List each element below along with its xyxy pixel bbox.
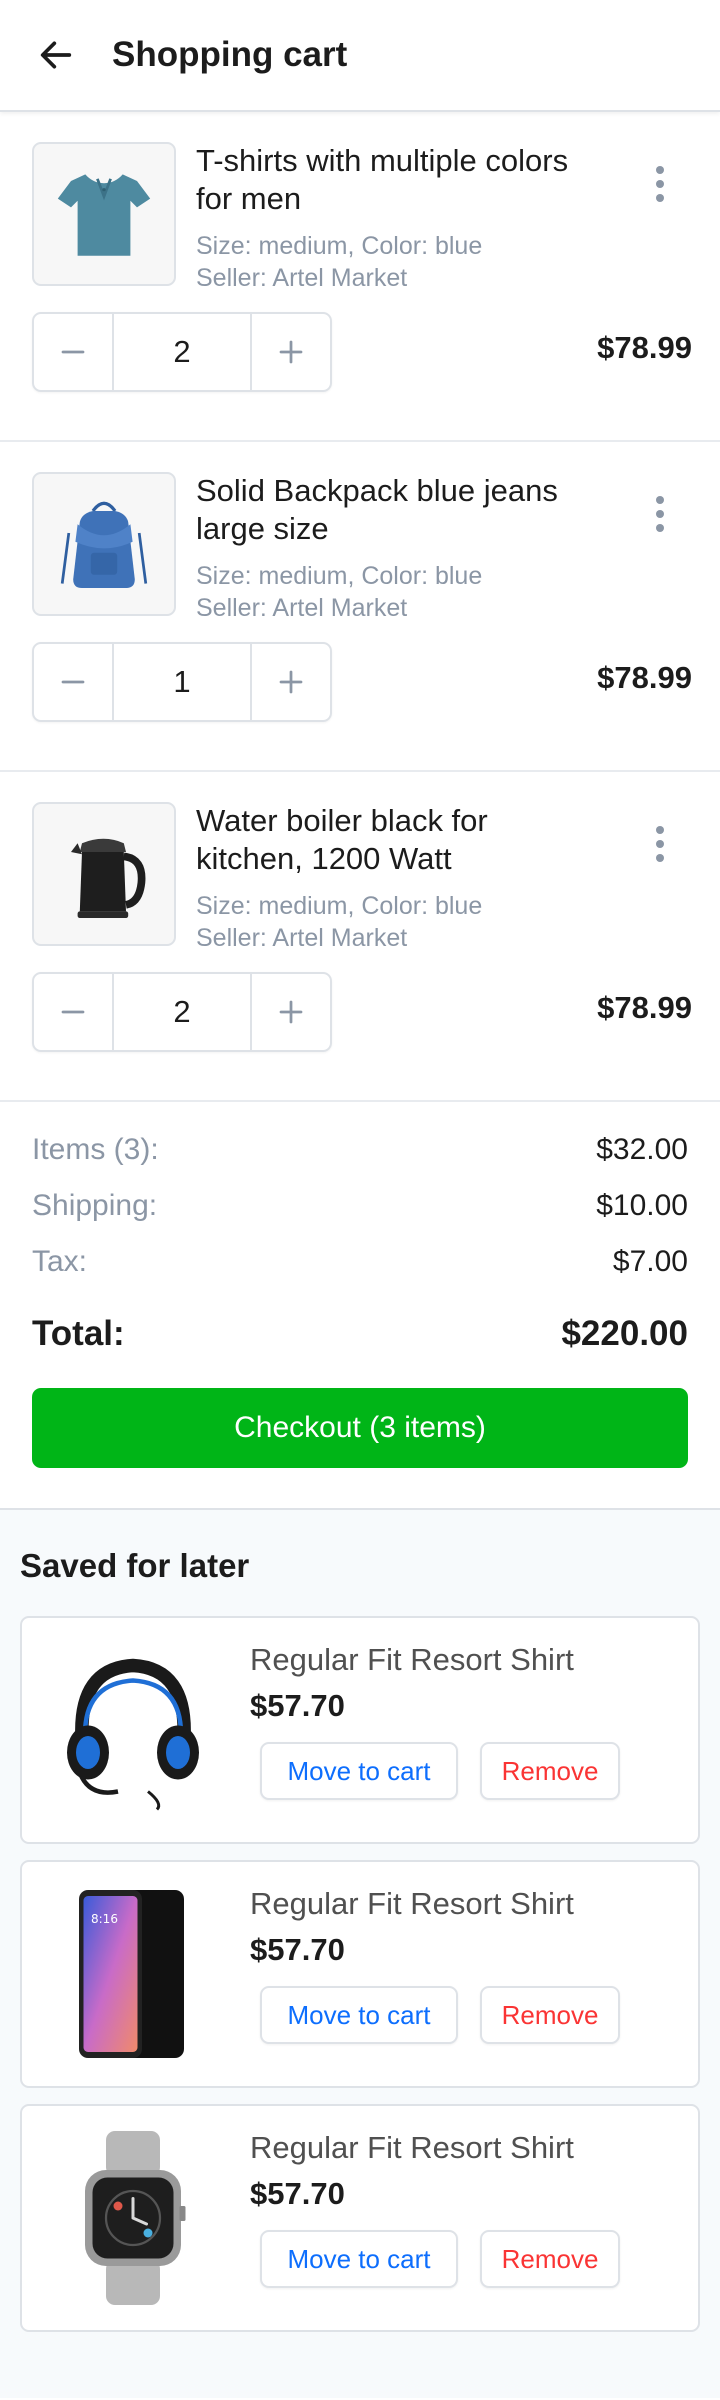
saved-item-actions: Move to cart Remove	[260, 2230, 620, 2288]
quantity-value[interactable]: 1	[112, 644, 252, 720]
more-menu-button[interactable]	[640, 154, 680, 214]
increase-button[interactable]	[252, 974, 330, 1050]
decrease-button[interactable]	[34, 314, 112, 390]
move-to-cart-button[interactable]: Move to cart	[260, 1986, 458, 2044]
increase-button[interactable]	[252, 644, 330, 720]
total-label: Total:	[32, 1314, 125, 1353]
product-image-phone[interactable]: 8:16	[50, 1884, 216, 2064]
plus-icon	[279, 340, 303, 364]
saved-item: Regular Fit Resort Shirt $57.70 Move to …	[20, 1616, 700, 1844]
remove-button[interactable]: Remove	[480, 2230, 620, 2288]
item-info: T-shirts with multiple colors for men Si…	[196, 142, 596, 294]
saved-item-price: $57.70	[250, 1932, 345, 1967]
tax-value: $7.00	[612, 1245, 688, 1278]
increase-button[interactable]	[252, 314, 330, 390]
items-label: Items (3):	[32, 1133, 159, 1166]
quantity-value[interactable]: 2	[112, 974, 252, 1050]
saved-section-title: Saved for later	[20, 1547, 250, 1584]
remove-button[interactable]: Remove	[480, 1986, 620, 2044]
quantity-stepper: 2	[32, 972, 332, 1052]
minus-icon	[61, 1010, 85, 1014]
minus-icon	[61, 680, 85, 684]
more-vertical-icon	[656, 496, 664, 504]
item-info: Solid Backpack blue jeans large size Siz…	[196, 472, 596, 624]
item-seller: Seller: Artel Market	[196, 594, 408, 622]
item-variant: Size: medium, Color: blue	[196, 892, 483, 920]
saved-item-name[interactable]: Regular Fit Resort Shirt	[250, 1884, 620, 1924]
more-vertical-icon-dot	[656, 854, 664, 862]
item-meta: Size: medium, Color: blue Seller: Artel …	[196, 230, 596, 294]
product-image-smartwatch[interactable]	[50, 2128, 216, 2308]
total-value: $220.00	[561, 1314, 688, 1353]
saved-item-price: $57.70	[250, 1688, 345, 1723]
more-vertical-icon-dot	[656, 524, 664, 532]
product-image-tshirt[interactable]	[32, 142, 176, 286]
shipping-label: Shipping:	[32, 1189, 158, 1222]
remove-button[interactable]: Remove	[480, 1742, 620, 1800]
app-header: Shopping cart	[0, 0, 720, 112]
items-value: $32.00	[596, 1133, 688, 1166]
quantity-stepper: 1	[32, 642, 332, 722]
item-meta: Size: medium, Color: blue Seller: Artel …	[196, 890, 596, 954]
more-vertical-icon-dot	[656, 180, 664, 188]
item-title[interactable]: T-shirts with multiple colors for men	[196, 142, 596, 218]
summary-total-row: Total: $220.00	[32, 1298, 688, 1370]
summary-tax-row: Tax: $7.00	[32, 1234, 688, 1290]
saved-item-info: Regular Fit Resort Shirt $57.70 Move to …	[250, 1884, 620, 2044]
more-menu-button[interactable]	[640, 484, 680, 544]
product-image-kettle[interactable]	[32, 802, 176, 946]
item-meta: Size: medium, Color: blue Seller: Artel …	[196, 560, 596, 624]
product-image-backpack[interactable]	[32, 472, 176, 616]
decrease-button[interactable]	[34, 644, 112, 720]
move-to-cart-button[interactable]: Move to cart	[260, 1742, 458, 1800]
saved-item-price: $57.70	[250, 2176, 345, 2211]
product-image-headset[interactable]	[50, 1640, 216, 1820]
saved-for-later-section: Saved for later Regular Fit Resort Shirt…	[0, 1510, 720, 2398]
item-title[interactable]: Solid Backpack blue jeans large size	[196, 472, 596, 548]
item-price: $78.99	[597, 660, 692, 695]
more-vertical-icon-dot	[656, 510, 664, 518]
item-variant: Size: medium, Color: blue	[196, 232, 483, 260]
summary-shipping-row: Shipping: $10.00	[32, 1178, 688, 1234]
summary-items-row: Items (3): $32.00	[32, 1122, 688, 1178]
more-vertical-icon-dot	[656, 194, 664, 202]
quantity-stepper: 2	[32, 312, 332, 392]
more-vertical-icon	[656, 166, 664, 174]
order-summary: Items (3): $32.00 Shipping: $10.00 Tax: …	[0, 1102, 720, 1510]
saved-item-actions: Move to cart Remove	[260, 1742, 620, 1800]
move-to-cart-button[interactable]: Move to cart	[260, 2230, 458, 2288]
shipping-value: $10.00	[596, 1189, 688, 1222]
decrease-button[interactable]	[34, 974, 112, 1050]
quantity-value[interactable]: 2	[112, 314, 252, 390]
saved-item-name[interactable]: Regular Fit Resort Shirt	[250, 2128, 620, 2168]
item-seller: Seller: Artel Market	[196, 924, 408, 952]
more-vertical-icon-dot	[656, 840, 664, 848]
item-seller: Seller: Artel Market	[196, 264, 408, 292]
cart-item: Solid Backpack blue jeans large size Siz…	[0, 442, 720, 772]
saved-item-info: Regular Fit Resort Shirt $57.70 Move to …	[250, 2128, 620, 2288]
saved-item: 8:16 Regular Fit Resort Shirt $57.70 Mov…	[20, 1860, 700, 2088]
saved-item-actions: Move to cart Remove	[260, 1986, 620, 2044]
item-variant: Size: medium, Color: blue	[196, 562, 483, 590]
item-info: Water boiler black for kitchen, 1200 Wat…	[196, 802, 596, 954]
minus-icon	[61, 350, 85, 354]
plus-icon	[279, 1000, 303, 1024]
plus-icon	[279, 670, 303, 694]
item-price: $78.99	[597, 990, 692, 1025]
back-button[interactable]	[28, 27, 84, 83]
cart-item: Water boiler black for kitchen, 1200 Wat…	[0, 772, 720, 1102]
saved-item: Regular Fit Resort Shirt $57.70 Move to …	[20, 2104, 700, 2332]
item-price: $78.99	[597, 330, 692, 365]
saved-item-info: Regular Fit Resort Shirt $57.70 Move to …	[250, 1640, 620, 1800]
arrow-left-icon	[40, 41, 72, 69]
more-menu-button[interactable]	[640, 814, 680, 874]
phone-screen-time: 8:16	[91, 1912, 118, 1926]
page-title: Shopping cart	[112, 35, 348, 74]
cart-item: T-shirts with multiple colors for men Si…	[0, 112, 720, 442]
saved-item-name[interactable]: Regular Fit Resort Shirt	[250, 1640, 620, 1680]
item-title[interactable]: Water boiler black for kitchen, 1200 Wat…	[196, 802, 596, 878]
checkout-button[interactable]: Checkout (3 items)	[32, 1388, 688, 1468]
tax-label: Tax:	[32, 1245, 88, 1278]
more-vertical-icon	[656, 826, 664, 834]
